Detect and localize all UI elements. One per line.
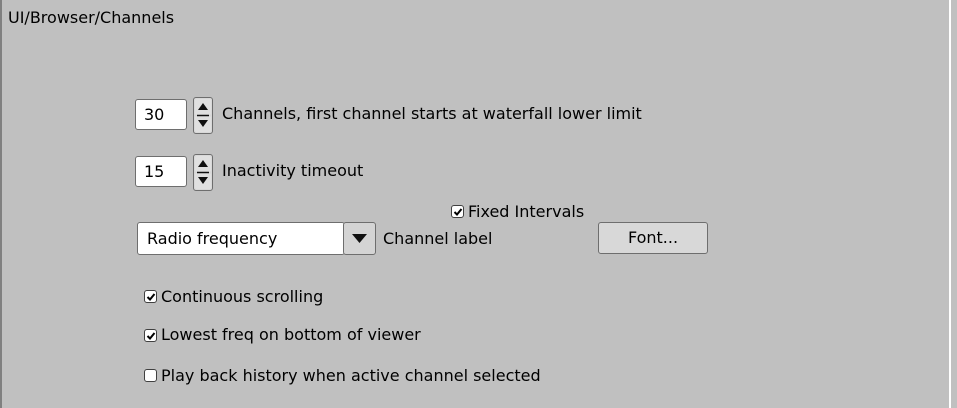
dropdown-arrow-icon [352, 234, 367, 243]
checkmark-icon [453, 208, 463, 216]
lowest-freq-bottom-checkbox[interactable] [144, 329, 157, 342]
continuous-scrolling-label: Continuous scrolling [161, 287, 324, 306]
channels-label: Channels, first channel starts at waterf… [222, 104, 642, 123]
channel-label-label: Channel label [383, 229, 493, 248]
fixed-intervals-checkbox[interactable] [451, 205, 464, 218]
settings-panel: UI/Browser/Channels 30 Channels, first c… [0, 0, 951, 408]
fixed-intervals-label: Fixed Intervals [468, 202, 585, 221]
channel-label-dropdown-button[interactable] [343, 222, 376, 255]
channels-count-input[interactable]: 30 [135, 99, 187, 130]
inactivity-timeout-label: Inactivity timeout [222, 161, 364, 180]
spinner-arrows-icon [195, 156, 211, 189]
channel-label-select[interactable]: Radio frequency [137, 222, 345, 255]
font-button[interactable]: Font... [598, 222, 708, 254]
spinner-arrows-icon [195, 99, 211, 132]
channels-spinner[interactable] [193, 97, 213, 134]
continuous-scrolling-checkbox[interactable] [144, 290, 157, 303]
checkmark-icon [146, 332, 156, 340]
play-back-history-label: Play back history when active channel se… [161, 366, 541, 385]
page-title: UI/Browser/Channels [8, 8, 175, 27]
inactivity-spinner[interactable] [193, 154, 213, 191]
inactivity-timeout-input[interactable]: 15 [135, 156, 187, 187]
lowest-freq-bottom-label: Lowest freq on bottom of viewer [161, 325, 421, 344]
checkmark-icon [146, 293, 156, 301]
play-back-history-checkbox[interactable] [144, 369, 157, 382]
